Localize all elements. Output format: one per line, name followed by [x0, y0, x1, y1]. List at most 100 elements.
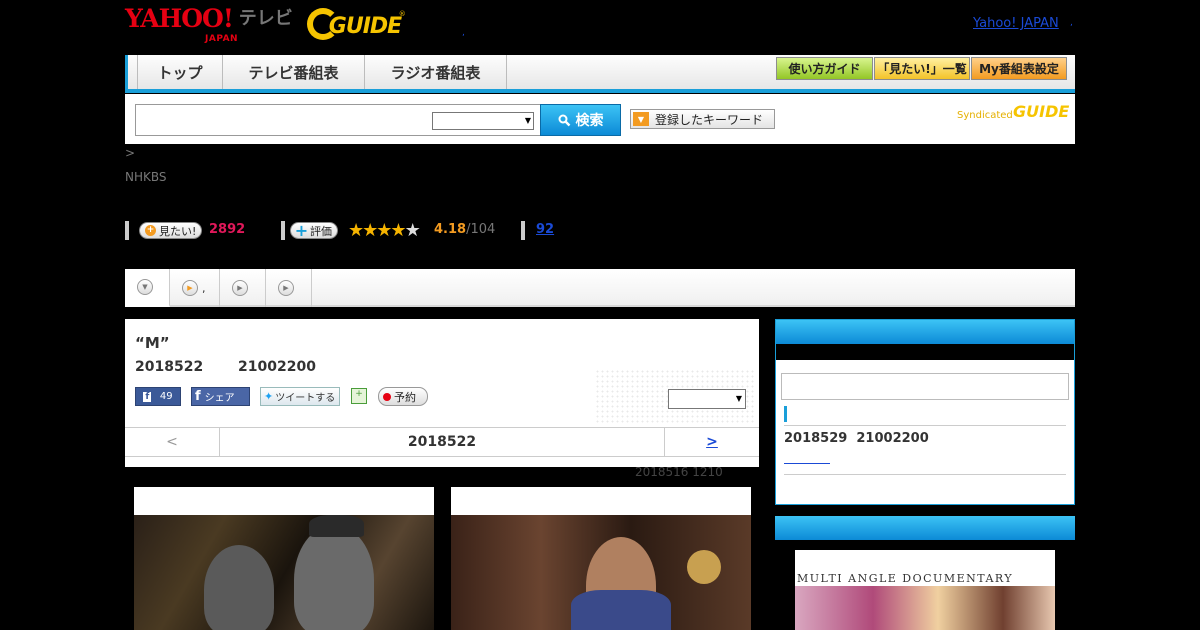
panel-accent-bar — [784, 406, 787, 422]
tab-4[interactable]: ▶ — [266, 269, 312, 307]
divider — [784, 474, 1066, 475]
panel-link[interactable] — [784, 451, 830, 464]
stat-divider — [521, 221, 525, 240]
pager-next-button[interactable]: > — [664, 428, 759, 456]
saved-keywords-label: 登録したキーワード — [655, 112, 764, 127]
facebook-count: 49 — [159, 391, 173, 402]
next-broadcast-time: 21002200 — [856, 431, 929, 446]
site-logo[interactable]: YAHOO! JAPAN テレビ GUIDE ® — [125, 6, 407, 45]
tab-label: , — [202, 281, 206, 295]
program-image-2[interactable] — [451, 487, 751, 630]
ad-text: MULTI ANGLE DOCUMENTARY — [797, 572, 1014, 585]
chevron-down-circle-icon: ▼ — [137, 279, 153, 295]
plus-icon: + — [145, 225, 156, 236]
search-icon — [558, 114, 570, 126]
yahoo-logo[interactable]: YAHOO! JAPAN — [125, 6, 238, 45]
pager-prev-button[interactable]: < — [125, 428, 220, 456]
yahoo-logo-sub: JAPAN — [205, 34, 239, 44]
search-button-label: 検索 — [575, 113, 604, 129]
saved-keywords-button[interactable]: ▼ 登録したキーワード — [630, 109, 775, 129]
record-disc-silhouette — [687, 550, 721, 584]
want-to-watch-button[interactable]: + 見たい! — [139, 222, 203, 239]
tab-3[interactable]: ▶ — [220, 269, 266, 307]
star-icon: ★ — [390, 220, 406, 241]
tweet-label: ツイートする — [275, 393, 336, 404]
rating-number: 4.18 — [434, 222, 467, 237]
program-date: 2018522 — [135, 359, 204, 375]
reviews-link[interactable]: 92 — [536, 222, 554, 237]
program-photo — [451, 515, 751, 630]
want-to-watch-count: 2892 — [209, 222, 246, 237]
stat-divider — [125, 221, 129, 240]
program-detail: “M” 2018522 21002200 f 49 f シェア ✦ ツイートする… — [125, 319, 759, 467]
ad-panel: MULTI ANGLE DOCUMENTARY — [775, 516, 1075, 630]
facebook-share-button[interactable]: f シェア — [191, 387, 250, 406]
dropdown-arrow-icon: ▼ — [633, 112, 649, 126]
panel-subheader — [776, 344, 1074, 360]
want-to-watch-list-button[interactable]: 「見たい!」一覧 — [874, 57, 970, 80]
tab-2[interactable]: ▶ , — [170, 269, 220, 307]
next-broadcast-datetime: 2018529 21002200 — [784, 431, 929, 446]
calendar-add-icon[interactable]: + — [351, 388, 367, 404]
search-category-select[interactable]: ▼ — [432, 112, 534, 130]
star-empty-icon: ★ — [404, 220, 421, 241]
program-time: 21002200 — [238, 359, 316, 375]
breadcrumb[interactable]: > — [125, 146, 135, 160]
rate-label: 評価 — [310, 224, 332, 238]
rating-value: 4.18/104 — [434, 222, 495, 237]
rating-total: /104 — [466, 222, 496, 237]
facebook-like-count[interactable]: f 49 — [135, 387, 181, 406]
ad-banner[interactable]: MULTI ANGLE DOCUMENTARY — [795, 550, 1055, 630]
next-broadcast-date: 2018529 — [784, 431, 848, 446]
facebook-share-label: シェア — [204, 393, 235, 404]
channel-name: NHKBS — [125, 170, 167, 184]
program-options-select[interactable]: ▼ — [668, 389, 746, 409]
my-guide-settings-button[interactable]: My番組表設定 — [971, 57, 1067, 80]
chevron-down-icon: ▼ — [524, 116, 531, 125]
search-button[interactable]: 検索 — [540, 104, 621, 136]
episode-pager: < 2018522 > — [125, 427, 759, 457]
update-timestamp: 2018516 1210 — [635, 465, 723, 479]
rating-stars: ★★★★★ — [348, 220, 421, 241]
tweet-button[interactable]: ✦ ツイートする — [260, 387, 340, 406]
header-dot: , — [462, 28, 465, 38]
yahoo-japan-dot: , — [1070, 18, 1073, 28]
nav-tab-radio-guide[interactable]: ラジオ番組表 — [365, 55, 507, 89]
yahoo-japan-link[interactable]: Yahoo! JAPAN — [973, 16, 1059, 31]
panel-header — [775, 516, 1075, 540]
figure-silhouette — [204, 545, 274, 630]
tab-info[interactable]: ▼ — [125, 269, 170, 307]
play-circle-icon: ▶ — [232, 280, 248, 296]
gguide-logo-text: GUIDE — [328, 14, 402, 39]
panel-input[interactable] — [781, 373, 1069, 400]
pager-current-date: 2018522 — [407, 434, 477, 450]
plus-icon: + — [294, 220, 309, 240]
facebook-icon: f — [195, 389, 201, 404]
star-icon: ★ — [348, 220, 364, 241]
syndicated-label: Syndicated — [957, 110, 1013, 121]
rate-button[interactable]: + 評価 — [290, 222, 338, 239]
nav-tab-tv-guide[interactable]: テレビ番組表 — [223, 55, 365, 89]
shirt-silhouette — [571, 590, 671, 630]
syndicated-gguide-logo: GUIDE — [1013, 102, 1070, 121]
search-bar: ▼ 検索 ▼ 登録したキーワード Syndicated GUIDE — [125, 94, 1075, 144]
gguide-logo[interactable]: GUIDE ® — [306, 6, 407, 42]
chevron-down-icon: ▼ — [735, 394, 742, 403]
figure-silhouette — [294, 525, 374, 630]
program-image-1[interactable] — [134, 487, 434, 630]
page: YAHOO! JAPAN テレビ GUIDE ® , Yahoo! JAPAN … — [0, 0, 1200, 630]
twitter-bird-icon: ✦ — [264, 390, 274, 403]
reserve-label: 予約 — [394, 390, 416, 404]
reserve-button[interactable]: 予約 — [378, 387, 428, 406]
tv-label: テレビ — [238, 8, 293, 29]
divider — [784, 425, 1066, 426]
record-dot-icon — [383, 392, 391, 401]
nav-tab-top[interactable]: トップ — [137, 55, 223, 89]
usage-guide-button[interactable]: 使い方ガイド — [776, 57, 873, 80]
next-broadcast-panel: 2018529 21002200 — [775, 319, 1075, 505]
gguide-reg-mark: ® — [398, 10, 406, 18]
main-nav: トップ テレビ番組表 ラジオ番組表 使い方ガイド 「見たい!」一覧 My番組表設… — [125, 55, 1075, 93]
want-to-watch-label: 見たい! — [159, 224, 197, 238]
star-icon: ★ — [376, 220, 392, 241]
program-title: “M” — [135, 334, 170, 352]
